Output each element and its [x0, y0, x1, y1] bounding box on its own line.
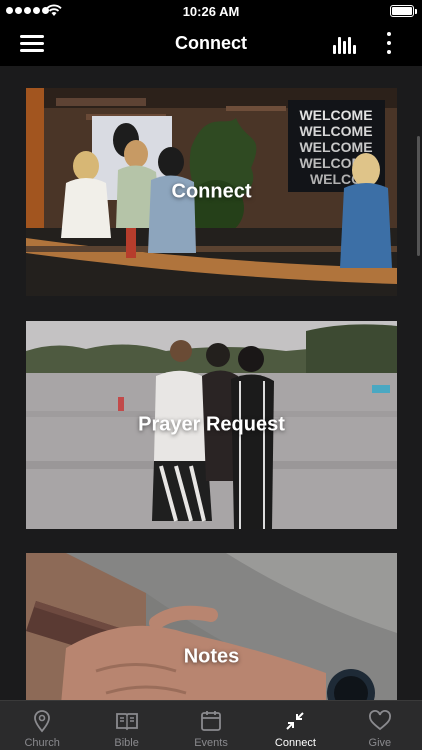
status-bar: 10:26 AM — [0, 0, 422, 22]
open-book-icon — [115, 713, 138, 731]
app-screen: 10:26 AM Connect WELCOME WELCOME WELCOME… — [0, 0, 422, 750]
tab-label: Church — [24, 737, 60, 749]
tab-events[interactable]: Events — [169, 701, 253, 750]
heart-icon — [368, 710, 391, 731]
tab-connect[interactable]: Connect — [253, 701, 337, 750]
svg-text:WELCOME: WELCOME — [299, 107, 372, 123]
connect-card[interactable]: WELCOME WELCOME WELCOME WELCOME WELCO Co… — [26, 88, 397, 296]
prayer-request-card[interactable]: Prayer Request — [26, 321, 397, 529]
navigation-bar: Connect — [0, 22, 422, 66]
calendar-icon — [201, 711, 221, 731]
tab-bar: Church Bible Events Connect Give — [0, 700, 422, 750]
compress-arrows-icon — [286, 712, 305, 730]
scroll-indicator[interactable] — [417, 136, 420, 256]
notes-card[interactable]: Notes — [26, 553, 397, 700]
tab-church[interactable]: Church — [0, 701, 84, 750]
card-label: Prayer Request — [138, 413, 285, 436]
tab-label: Bible — [114, 737, 139, 749]
content-list: WELCOME WELCOME WELCOME WELCOME WELCO Co… — [0, 66, 422, 700]
svg-text:WELCOME: WELCOME — [299, 139, 372, 155]
location-pin-icon — [34, 710, 51, 733]
battery-icon — [390, 5, 417, 17]
page-title: Connect — [175, 33, 247, 53]
hands-holding-phone-photo — [26, 553, 397, 700]
tab-label: Give — [368, 737, 392, 749]
tab-give[interactable]: Give — [338, 701, 422, 750]
tab-bible[interactable]: Bible — [84, 701, 168, 750]
tab-label: Events — [194, 737, 228, 749]
svg-text:WELCOME: WELCOME — [299, 123, 372, 139]
card-label: Connect — [171, 180, 252, 203]
card-label: Notes — [183, 645, 240, 668]
bar-chart-icon[interactable] — [333, 34, 357, 54]
status-time: 10:26 AM — [182, 4, 240, 19]
tab-label: Connect — [274, 737, 316, 749]
vertical-ellipsis-icon[interactable] — [384, 31, 394, 57]
